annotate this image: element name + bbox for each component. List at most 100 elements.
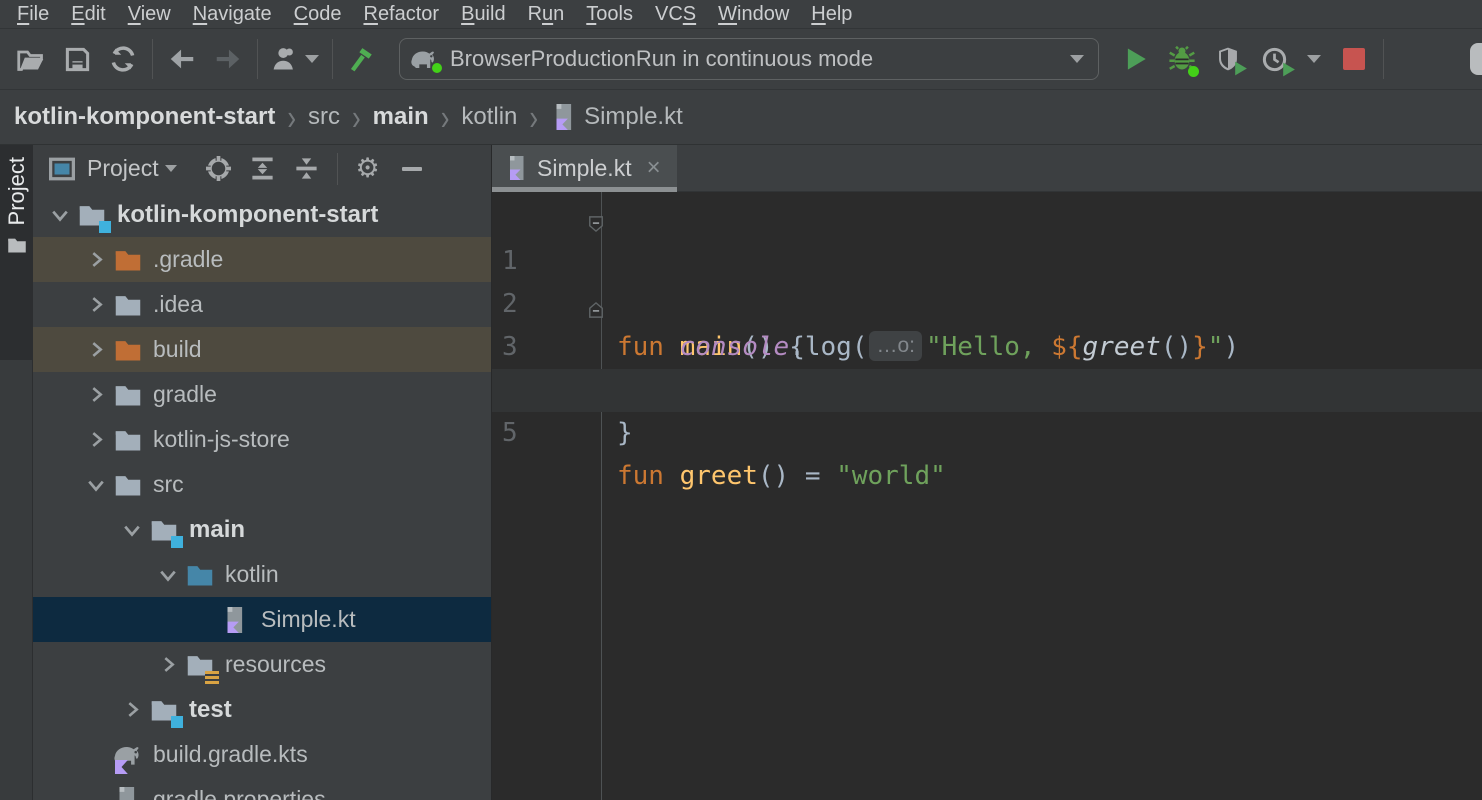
toolbar-separator (337, 153, 338, 185)
tree-item-project-root[interactable]: kotlin-komponent-start (33, 192, 491, 237)
breadcrumb-main[interactable]: main (373, 103, 429, 131)
menu-help[interactable]: Help (800, 0, 863, 29)
chevron-right-icon[interactable] (79, 243, 113, 277)
tree-item-dot-gradle[interactable]: .gradle (33, 237, 491, 282)
toolbar-separator (257, 39, 258, 79)
tree-item-src[interactable]: src (33, 462, 491, 507)
profiler-dropdown[interactable] (1297, 37, 1331, 81)
collapse-all-button[interactable] (287, 150, 327, 188)
search-everywhere-icon[interactable] (1470, 43, 1482, 75)
breadcrumb-kotlin[interactable]: kotlin (461, 103, 517, 131)
breadcrumb: kotlin-komponent-start › src › main › ko… (0, 90, 1482, 145)
breadcrumb-project[interactable]: kotlin-komponent-start (14, 103, 275, 131)
menu-navigate[interactable]: Navigate (182, 0, 283, 29)
run-configuration-combo[interactable]: BrowserProductionRun in continuous mode (399, 38, 1099, 80)
stop-button[interactable] (1331, 37, 1377, 81)
gear-icon: ⚙ (355, 153, 379, 184)
code-line-current: 5 fun greet() = "world" (492, 369, 1482, 412)
menu-run[interactable]: Run (517, 0, 576, 29)
menu-build[interactable]: Build (450, 0, 516, 29)
tree-item-test[interactable]: test (33, 687, 491, 732)
tree-item-simple-kt[interactable]: Simple.kt (33, 597, 491, 642)
menu-tools[interactable]: Tools (575, 0, 644, 29)
breadcrumb-file[interactable]: Simple.kt (550, 102, 683, 132)
panel-title[interactable]: Project (87, 155, 159, 182)
back-button[interactable] (159, 37, 205, 81)
project-tree: kotlin-komponent-start .gradle .idea bui… (33, 192, 491, 800)
tree-item-gradle[interactable]: gradle (33, 372, 491, 417)
project-stripe-button[interactable]: Project (0, 145, 33, 360)
toolbar-separator (152, 39, 153, 79)
source-set-badge (171, 536, 183, 548)
hide-panel-button[interactable] (392, 150, 432, 188)
breadcrumb-src[interactable]: src (308, 103, 340, 131)
menu-vcs[interactable]: VCS (644, 0, 707, 29)
run-button[interactable] (1113, 37, 1159, 81)
resources-badge (205, 671, 219, 685)
chevron-right-icon[interactable] (115, 693, 149, 727)
main-toolbar: BrowserProductionRun in continuous mode (0, 29, 1482, 90)
tree-item-label: resources (225, 651, 326, 678)
chevron-right-icon[interactable] (151, 648, 185, 682)
save-all-button[interactable] (54, 37, 100, 81)
expand-all-button[interactable] (243, 150, 283, 188)
tree-item-kotlin-js-store[interactable]: kotlin-js-store (33, 417, 491, 462)
menu-view[interactable]: View (117, 0, 182, 29)
source-set-badge (171, 716, 183, 728)
close-icon[interactable]: × (647, 154, 661, 182)
tree-item-label: test (189, 696, 232, 724)
tree-item-label: Simple.kt (261, 606, 356, 633)
chevron-down-icon[interactable] (79, 468, 113, 502)
tree-item-resources[interactable]: resources (33, 642, 491, 687)
menu-refactor[interactable]: Refactor (352, 0, 450, 29)
code-editor[interactable]: 1 fun main() { 2 console.log(…o:"Hello, … (492, 192, 1482, 800)
menu-file[interactable]: File (6, 0, 60, 29)
open-button[interactable] (8, 37, 54, 81)
chevron-down-icon[interactable] (115, 513, 149, 547)
tree-item-build[interactable]: build (33, 327, 491, 372)
code-line: 3 } (492, 283, 1482, 326)
tree-item-gradle-properties[interactable]: gradle.properties (33, 777, 491, 800)
tool-window-stripe: Project (0, 145, 33, 800)
tab-simple-kt[interactable]: Simple.kt × (492, 145, 677, 191)
sync-button[interactable] (100, 37, 146, 81)
folder-icon (77, 200, 109, 230)
code-line: 2 console.log(…o:"Hello, ${greet()}") (492, 240, 1482, 283)
project-tool-window: Project ⚙ kotlin-komponent-start .gradle (33, 145, 491, 800)
tree-item-label: src (153, 471, 184, 498)
menu-window[interactable]: Window (707, 0, 800, 29)
tree-item-main[interactable]: main (33, 507, 491, 552)
chevron-down-icon[interactable] (151, 558, 185, 592)
tree-item-label: kotlin-komponent-start (117, 201, 378, 229)
run-with-coverage-button[interactable] (1205, 37, 1251, 81)
stripe-label: Project (4, 157, 30, 225)
chevron-right-icon[interactable] (79, 333, 113, 367)
forward-button[interactable] (205, 37, 251, 81)
tree-item-label: gradle (153, 381, 217, 408)
chevron-right-icon[interactable] (79, 378, 113, 412)
gradle-icon (410, 47, 440, 71)
tree-item-label: kotlin (225, 561, 279, 588)
folder-icon (113, 425, 145, 455)
tree-item-build-gradle-kts[interactable]: build.gradle.kts (33, 732, 491, 777)
tree-item-label: build (153, 336, 202, 363)
tree-item-kotlin-folder[interactable]: kotlin (33, 552, 491, 597)
toolbar-separator (1383, 39, 1384, 79)
tree-item-dot-idea[interactable]: .idea (33, 282, 491, 327)
kotlin-file-icon (550, 102, 576, 132)
profiler-button[interactable] (1251, 37, 1297, 81)
chevron-down-icon (1070, 55, 1084, 63)
menu-edit[interactable]: Edit (60, 0, 116, 29)
select-opened-file-button[interactable] (199, 150, 239, 188)
breadcrumb-separator: › (441, 95, 450, 138)
tree-item-label: build.gradle.kts (153, 741, 308, 768)
chevron-down-icon[interactable] (165, 165, 177, 172)
menu-code[interactable]: Code (283, 0, 353, 29)
chevron-right-icon[interactable] (79, 423, 113, 457)
build-hammer-button[interactable] (339, 37, 385, 81)
chevron-down-icon[interactable] (43, 198, 77, 232)
debug-button[interactable] (1159, 37, 1205, 81)
chevron-right-icon[interactable] (79, 288, 113, 322)
settings-button[interactable]: ⚙ (348, 150, 388, 188)
code-with-me-button[interactable] (264, 37, 326, 81)
